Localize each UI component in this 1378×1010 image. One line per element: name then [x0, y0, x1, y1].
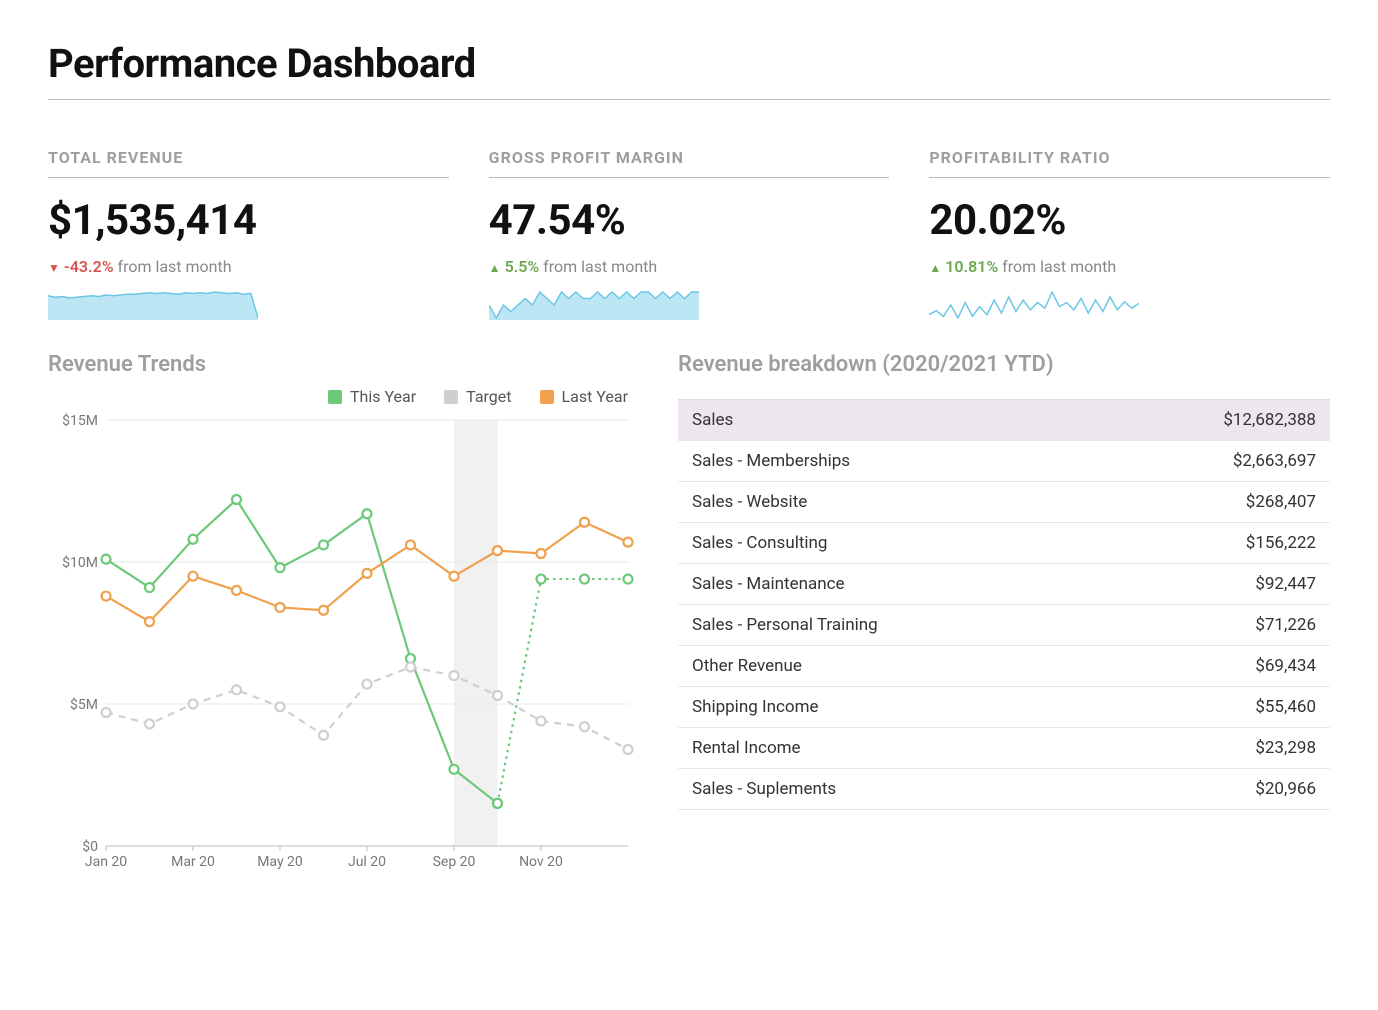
legend-item-target[interactable]: Target — [444, 387, 511, 406]
kpi-label: GROSS PROFIT MARGIN — [489, 148, 890, 178]
row-label: Shipping Income — [678, 687, 1095, 728]
table-row[interactable]: Other Revenue$69,434 — [678, 646, 1330, 687]
table-row[interactable]: Sales - Website$268,407 — [678, 482, 1330, 523]
kpi-label: PROFITABILITY RATIO — [929, 148, 1330, 178]
svg-text:May 20: May 20 — [257, 854, 303, 870]
kpi-delta: ▲5.5% from last month — [489, 257, 890, 276]
row-amount: $55,460 — [1095, 687, 1330, 728]
row-label: Other Revenue — [678, 646, 1095, 687]
row-amount: $2,663,697 — [1095, 441, 1330, 482]
revenue-trends-chart: $0 $5M $10M $15M Jan 20 Mar 20 May 20 Jul 20 Sep… — [48, 410, 638, 880]
row-label: Sales - Personal Training — [678, 605, 1095, 646]
legend-swatch-icon — [540, 390, 554, 404]
svg-text:Sep 20: Sep 20 — [433, 854, 476, 870]
arrow-up-icon: ▲10.81% — [929, 257, 998, 276]
kpi-delta: ▼-43.2% from last month — [48, 257, 449, 276]
row-amount: $23,298 — [1095, 728, 1330, 769]
svg-text:Jul 20: Jul 20 — [348, 854, 386, 870]
row-amount: $71,226 — [1095, 605, 1330, 646]
revenue-breakdown-table: Sales$12,682,388Sales - Memberships$2,66… — [678, 399, 1330, 810]
row-label: Sales — [678, 400, 1095, 441]
kpi-total-revenue: TOTAL REVENUE $1,535,414 ▼-43.2% from la… — [48, 148, 449, 324]
legend-swatch-icon — [444, 390, 458, 404]
revenue-breakdown-title: Revenue breakdown (2020/2021 YTD) — [678, 352, 1330, 377]
legend-item-last-year[interactable]: Last Year — [540, 387, 629, 406]
row-label: Sales - Maintenance — [678, 564, 1095, 605]
legend-label: Target — [466, 387, 511, 406]
table-row[interactable]: Sales$12,682,388 — [678, 400, 1330, 441]
row-label: Sales - Memberships — [678, 441, 1095, 482]
kpi-row: TOTAL REVENUE $1,535,414 ▼-43.2% from la… — [48, 148, 1330, 324]
table-row[interactable]: Sales - Consulting$156,222 — [678, 523, 1330, 564]
svg-text:$15M: $15M — [62, 412, 98, 429]
arrow-up-icon: ▲5.5% — [489, 257, 540, 276]
row-label: Sales - Consulting — [678, 523, 1095, 564]
svg-text:$10M: $10M — [62, 554, 98, 571]
arrow-down-icon: ▼-43.2% — [48, 257, 114, 276]
svg-text:$0: $0 — [82, 838, 98, 855]
row-label: Sales - Website — [678, 482, 1095, 523]
kpi-value: 47.54% — [489, 196, 890, 245]
kpi-delta: ▲10.81% from last month — [929, 257, 1330, 276]
svg-text:$5M: $5M — [70, 696, 98, 713]
table-row[interactable]: Sales - Memberships$2,663,697 — [678, 441, 1330, 482]
row-amount: $12,682,388 — [1095, 400, 1330, 441]
row-amount: $20,966 — [1095, 769, 1330, 810]
row-label: Rental Income — [678, 728, 1095, 769]
row-amount: $156,222 — [1095, 523, 1330, 564]
legend-item-this-year[interactable]: This Year — [328, 387, 416, 406]
kpi-value: 20.02% — [929, 196, 1330, 245]
sparkline — [929, 290, 1139, 320]
sparkline — [48, 290, 258, 320]
kpi-gross-profit-margin: GROSS PROFIT MARGIN 47.54% ▲5.5% from la… — [489, 148, 890, 324]
row-amount: $69,434 — [1095, 646, 1330, 687]
svg-text:Nov 20: Nov 20 — [519, 854, 563, 870]
row-amount: $92,447 — [1095, 564, 1330, 605]
table-row[interactable]: Rental Income$23,298 — [678, 728, 1330, 769]
table-row[interactable]: Sales - Maintenance$92,447 — [678, 564, 1330, 605]
row-label: Sales - Suplements — [678, 769, 1095, 810]
table-row[interactable]: Sales - Personal Training$71,226 — [678, 605, 1330, 646]
kpi-profitability-ratio: PROFITABILITY RATIO 20.02% ▲10.81% from … — [929, 148, 1330, 324]
svg-text:Mar 20: Mar 20 — [171, 854, 215, 870]
legend-label: Last Year — [562, 387, 629, 406]
table-row[interactable]: Sales - Suplements$20,966 — [678, 769, 1330, 810]
svg-text:Jan 20: Jan 20 — [85, 854, 127, 870]
chart-legend: This Year Target Last Year — [48, 387, 638, 406]
revenue-trends-title: Revenue Trends — [48, 352, 638, 377]
page-title: Performance Dashboard — [48, 40, 1330, 100]
legend-label: This Year — [350, 387, 416, 406]
table-row[interactable]: Shipping Income$55,460 — [678, 687, 1330, 728]
kpi-value: $1,535,414 — [48, 196, 449, 245]
kpi-label: TOTAL REVENUE — [48, 148, 449, 178]
legend-swatch-icon — [328, 390, 342, 404]
sparkline — [489, 290, 699, 320]
row-amount: $268,407 — [1095, 482, 1330, 523]
